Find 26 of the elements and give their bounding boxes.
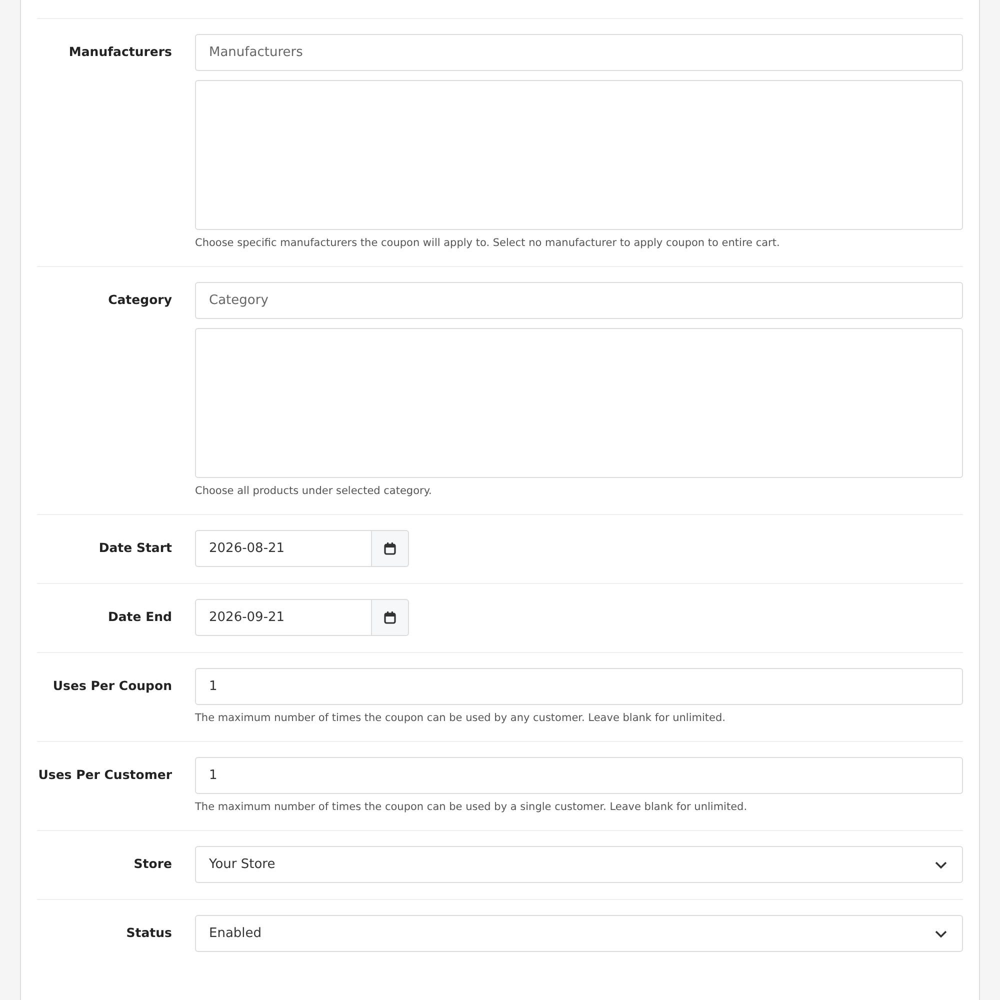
autocomplete-field[interactable]: Manufacturers (195, 34, 963, 71)
calendar-icon (384, 611, 396, 624)
field-label: Uses Per Coupon (52, 677, 172, 695)
calendar-button[interactable] (372, 599, 409, 636)
select-dropdown[interactable]: Enabled (195, 915, 963, 952)
field-label: Uses Per Customer (37, 766, 172, 784)
calendar-button[interactable] (372, 530, 409, 567)
help-text: Choose all products under selected category. (195, 484, 433, 498)
calendar-icon (384, 542, 396, 555)
help-text: The maximum number of times the coupon can be used by a single customer. Leave blank for unlimited. (195, 800, 748, 814)
field-label: Status (125, 924, 172, 942)
field-label: Date End (106, 608, 172, 626)
autocomplete-field[interactable]: Category (195, 282, 963, 319)
chevron-down-icon (935, 860, 947, 868)
field-label: Manufacturers (68, 43, 172, 61)
date-field[interactable]: 2026-09-21 (195, 599, 372, 636)
field-label: Category (107, 291, 172, 309)
number-field[interactable]: 1 (195, 668, 963, 705)
select-dropdown[interactable]: Your Store (195, 846, 963, 883)
number-field[interactable]: 1 (195, 757, 963, 794)
date-field[interactable]: 2026-08-21 (195, 530, 372, 567)
help-text: The maximum number of times the coupon can be used by any customer. Leave blank for unlimited. (195, 711, 726, 725)
field-label: Store (132, 855, 172, 873)
field-label: Date Start (98, 539, 172, 557)
help-text: Choose specific manufacturers the coupon will apply to. Select no manufacturer to apply coupon to entire cart. (195, 236, 781, 250)
chevron-down-icon (935, 930, 947, 938)
